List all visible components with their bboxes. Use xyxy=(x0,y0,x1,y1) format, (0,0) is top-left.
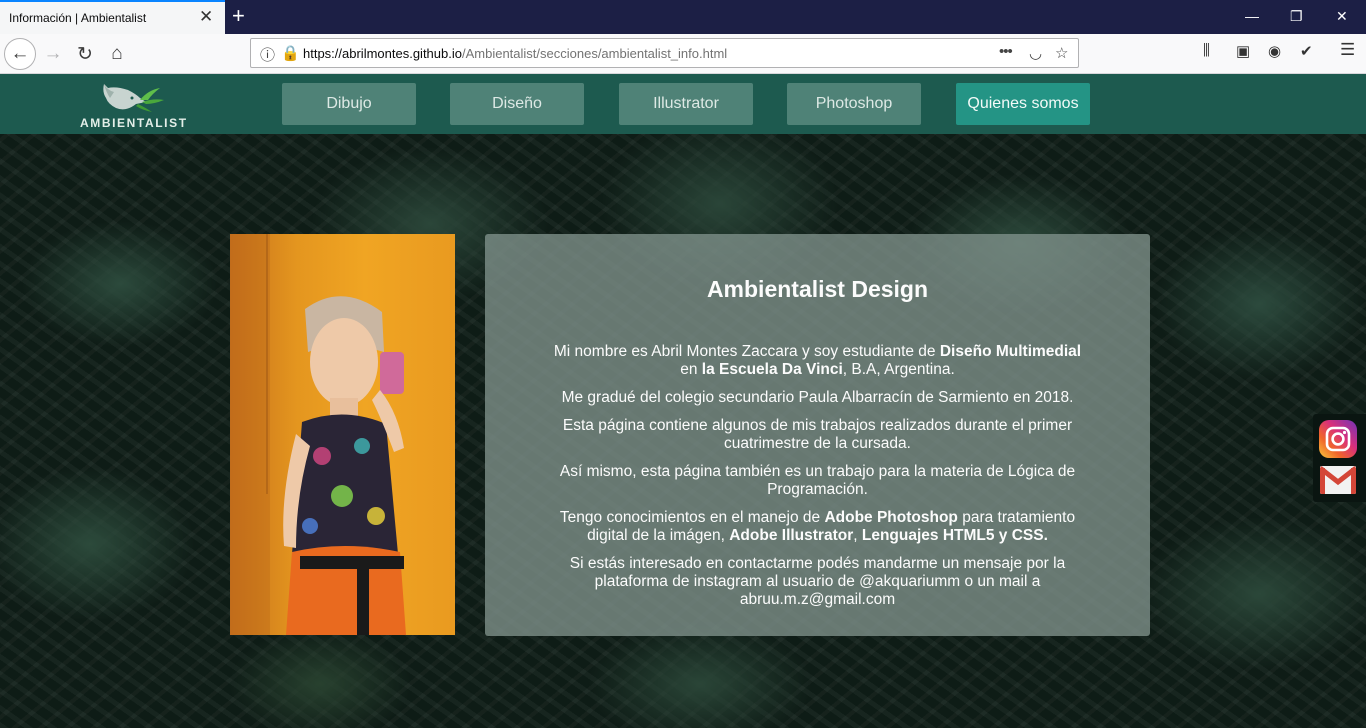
gmail-glyph-icon xyxy=(1320,466,1356,494)
para-works: Esta página contiene algunos de mis trab… xyxy=(562,417,1073,452)
menu-hamburger-icon[interactable]: ☰ xyxy=(1340,40,1355,60)
para-intro-career: Diseño Multimedial xyxy=(939,343,1082,360)
menu-quienes-somos[interactable]: Quienes somos xyxy=(956,83,1090,125)
new-tab-icon[interactable]: + xyxy=(232,3,245,29)
extension-icon[interactable]: ✔ xyxy=(1300,42,1313,60)
menu-illustrator[interactable]: Illustrator xyxy=(619,83,753,125)
site-header: AMBIENTALIST Dibujo Diseño Illustrator P… xyxy=(0,74,1366,134)
info-title: Ambientalist Design xyxy=(706,276,929,302)
bookmark-star-icon[interactable]: ☆ xyxy=(1055,44,1068,62)
para-course: Así mismo, esta página también es un tra… xyxy=(559,463,1076,498)
logo-animal-icon xyxy=(103,84,164,112)
profile-photo xyxy=(230,234,455,635)
skill-illustrator: Adobe Illustrator xyxy=(729,527,854,544)
menu-dibujo[interactable]: Dibujo xyxy=(282,83,416,125)
para-contact: Si estás interesado en contactarme podés… xyxy=(569,555,1066,608)
back-icon[interactable]: ← xyxy=(4,38,36,70)
info-card: Ambientalist Design Mi nombre es Abril M… xyxy=(485,234,1150,636)
home-icon[interactable]: ⌂ xyxy=(102,39,132,69)
library-icon[interactable]: ⫼ xyxy=(1203,42,1210,59)
tab-title: Información | Ambientalist xyxy=(9,11,147,25)
forward-icon[interactable]: → xyxy=(38,39,68,69)
tab-close-icon[interactable]: ✕ xyxy=(199,7,213,27)
url-path: /Ambientalist/secciones/ambientalist_inf… xyxy=(461,46,728,61)
browser-tab-strip: Información | Ambientalist ✕ + — ❐ ✕ xyxy=(0,0,1366,34)
browser-navigation-bar: ← → ↻ ⌂ ⓘ 🔒 https://abrilmontes.github.i… xyxy=(0,34,1366,74)
para-skills-text: Tengo conocimientos en el manejo de xyxy=(559,509,825,526)
pocket-icon[interactable]: ◡ xyxy=(1029,44,1042,62)
instagram-icon[interactable] xyxy=(1319,420,1357,458)
account-icon[interactable]: ◉ xyxy=(1268,42,1281,60)
para-skills-comma: , xyxy=(853,527,862,544)
skill-photoshop: Adobe Photoshop xyxy=(824,509,958,526)
info-paragraphs: Mi nombre es Abril Montes Zaccara y soy … xyxy=(545,343,1090,619)
lock-icon: 🔒 xyxy=(281,45,300,62)
para-intro-location: , B.A, Argentina. xyxy=(842,361,955,378)
social-links xyxy=(1313,414,1366,502)
logo-text: AMBIENTALIST xyxy=(80,116,188,130)
url-host: https://abrilmontes.github.io xyxy=(303,46,462,61)
restore-icon[interactable]: ❐ xyxy=(1290,7,1303,25)
skill-html-css: Lenguajes HTML5 y CSS. xyxy=(861,527,1048,544)
window-close-icon[interactable]: ✕ xyxy=(1336,7,1348,25)
para-graduation: Me gradué del colegio secundario Paula A… xyxy=(561,389,1074,406)
instagram-glyph-icon xyxy=(1325,426,1351,452)
gmail-icon[interactable] xyxy=(1320,466,1356,494)
para-intro-school: la Escuela Da Vinci xyxy=(701,361,843,378)
page-actions-icon[interactable]: ••• xyxy=(999,43,1013,60)
page-viewport: AMBIENTALIST Dibujo Diseño Illustrator P… xyxy=(0,74,1366,728)
para-intro: Mi nombre es Abril Montes Zaccara y soy … xyxy=(545,343,1090,379)
ambientalist-logo[interactable]: AMBIENTALIST xyxy=(80,78,188,130)
para-intro-en: en xyxy=(680,361,702,378)
browser-tab-active[interactable]: Información | Ambientalist ✕ xyxy=(0,0,225,34)
url-text: https://abrilmontes.github.io/Ambientali… xyxy=(303,46,727,61)
address-bar[interactable]: ⓘ 🔒 https://abrilmontes.github.io/Ambien… xyxy=(250,38,1079,68)
portrait-photo-illustration xyxy=(230,234,406,635)
reload-icon[interactable]: ↻ xyxy=(70,39,100,69)
info-icon[interactable]: ⓘ xyxy=(260,44,275,65)
menu-photoshop[interactable]: Photoshop xyxy=(787,83,921,125)
minimize-icon[interactable]: — xyxy=(1245,7,1259,25)
menu-diseno[interactable]: Diseño xyxy=(450,83,584,125)
para-intro-text: Mi nombre es Abril Montes Zaccara y soy … xyxy=(553,343,940,360)
sidebar-icon[interactable]: ▣ xyxy=(1236,42,1250,60)
para-skills: Tengo conocimientos en el manejo de Adob… xyxy=(545,509,1090,545)
